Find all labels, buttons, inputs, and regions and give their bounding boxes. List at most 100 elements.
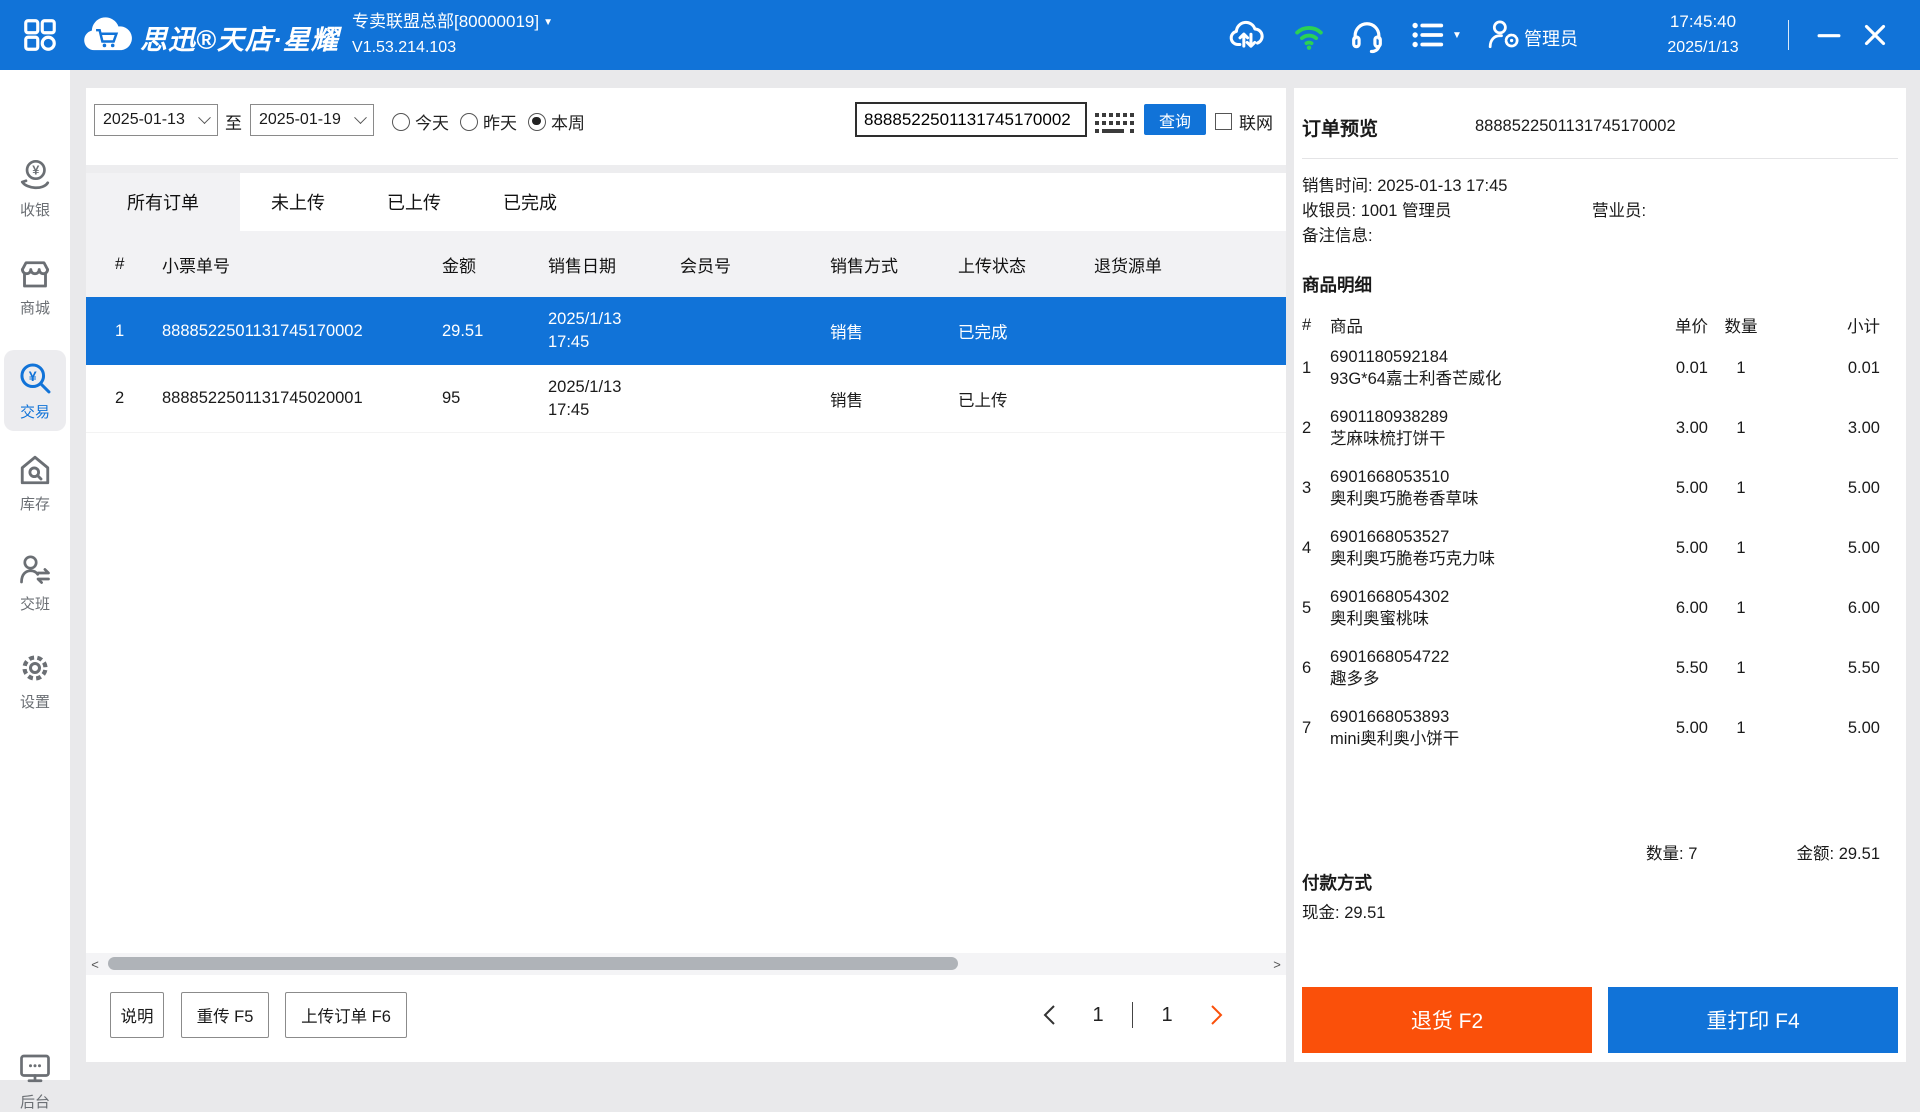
quick-date-radios: 今天 昨天 本周 [392, 109, 585, 134]
minimize-button[interactable] [1812, 18, 1846, 52]
items-detail-title: 商品明细 [1302, 275, 1372, 295]
cell-method: 销售 [830, 391, 863, 410]
list-menu-icon[interactable] [1408, 16, 1446, 54]
item-row: 4 6901668053527 奥利奥巧脆卷巧克力味 5.00 1 5.00 [1294, 518, 1906, 578]
cell-amount: 95 [442, 389, 461, 407]
app-version: V1.53.214.103 [352, 39, 457, 56]
menu-caret-icon[interactable]: ▼ [1452, 30, 1462, 41]
item-price: 5.00 [1675, 478, 1708, 497]
cell-sale-date: 2025/1/13 17:45 [548, 377, 622, 419]
item-subtotal: 0.01 [1847, 358, 1880, 377]
sidebar-item-stock[interactable]: 库存 [0, 452, 70, 514]
item-row: 5 6901668054302 奥利奥蜜桃味 6.00 1 6.00 [1294, 578, 1906, 638]
date-to-select[interactable]: 2025-01-19 [250, 104, 374, 136]
store-caret-icon: ▼ [543, 17, 553, 28]
radio-today[interactable]: 今天 [392, 109, 449, 134]
tab-uploaded[interactable]: 已上传 [356, 173, 472, 231]
date-from-select[interactable]: 2025-01-13 [94, 104, 218, 136]
cell-method: 销售 [830, 324, 863, 342]
headset-icon[interactable] [1348, 16, 1386, 54]
cloud-cart-icon [76, 13, 134, 62]
admin-user-icon[interactable] [1486, 16, 1522, 54]
sidebar-item-settings[interactable]: 设置 [0, 650, 70, 712]
svg-text:¥: ¥ [29, 369, 37, 385]
current-page: 1 [1092, 1003, 1104, 1026]
item-barcode: 6901668053527 [1330, 528, 1450, 546]
apps-grid-icon[interactable] [22, 17, 58, 53]
sidebar-item-shift[interactable]: 交班 [0, 552, 70, 614]
tab-all-orders[interactable]: 所有订单 [86, 173, 240, 231]
radio-circle-icon [528, 112, 546, 131]
table-row[interactable]: 2 8888522501131745020001 95 2025/1/13 17:45 销… [86, 365, 1286, 433]
section-divider [86, 165, 1286, 173]
sidebar-item-mall[interactable]: 商城 [0, 256, 70, 318]
item-index: 4 [1302, 538, 1312, 557]
radio-yesterday[interactable]: 昨天 [460, 109, 517, 134]
prev-page-icon[interactable] [1038, 998, 1060, 1032]
table-row[interactable]: 1 8888522501131745170002 29.51 2025/1/13 17:… [86, 297, 1286, 365]
cell-index: 1 [115, 321, 125, 340]
item-subtotal: 5.50 [1847, 658, 1880, 677]
scroll-right-arrow[interactable]: > [1268, 953, 1286, 975]
item-qty: 1 [1736, 358, 1746, 377]
item-product: 6901180938289 芝麻味梳打饼干 [1330, 406, 1634, 450]
item-product: 6901180592184 93G*64嘉士利香芒威化 [1330, 346, 1634, 390]
tab-not-uploaded[interactable]: 未上传 [240, 173, 356, 231]
store-selector[interactable]: 专卖联盟总部[80000019] ▼ V1.53.214.103 [352, 9, 553, 60]
topbar-separator [1788, 20, 1789, 50]
clock: 17:45:40 2025/1/13 [1638, 8, 1768, 60]
sidebar-item-backend[interactable]: 后台 [0, 1050, 70, 1112]
scrollbar-thumb[interactable] [108, 957, 958, 970]
item-name: mini奥利奥小饼干 [1330, 730, 1460, 748]
keyboard-icon[interactable] [1093, 110, 1137, 138]
admin-user-label[interactable]: 管理员 [1524, 25, 1578, 51]
horizontal-scrollbar[interactable]: < > [86, 953, 1286, 975]
orders-panel: 2025-01-13 至 2025-01-19 今天 昨天 本周 查询 联网 所… [86, 88, 1286, 1062]
receipt-search-input[interactable] [855, 102, 1087, 137]
item-barcode: 6901180592184 [1330, 348, 1449, 366]
preview-meta: 销售时间: 2025-01-13 17:45 收银员: 1001 管理员 营业员… [1302, 174, 1898, 249]
tab-completed[interactable]: 已完成 [472, 173, 588, 231]
checkbox-icon [1215, 113, 1232, 130]
help-button[interactable]: 说明 [110, 992, 164, 1038]
totals-quantity: 数量: 7 [1646, 845, 1698, 863]
order-tabs: 所有订单 未上传 已上传 已完成 [86, 173, 588, 231]
reupload-button[interactable]: 重传 F5 [181, 992, 269, 1038]
sale-time-line: 销售时间: 2025-01-13 17:45 [1302, 177, 1508, 195]
next-page-icon[interactable] [1205, 998, 1227, 1032]
cell-sale-date: 2025/1/13 17:45 [548, 310, 622, 351]
preview-divider [1302, 158, 1898, 159]
sidebar: ¥ 收银 商城 ¥ 交易 库存 交班 设置 后台 [0, 70, 70, 1111]
items-rows: 1 6901180592184 93G*64嘉士利香芒威化 0.01 1 0.01 2 690… [1294, 338, 1906, 758]
item-index: 2 [1302, 418, 1312, 437]
close-button[interactable] [1858, 18, 1892, 52]
cell-amount: 29.51 [442, 321, 484, 340]
scroll-left-arrow[interactable]: < [86, 953, 104, 975]
reprint-button[interactable]: 重打印 F4 [1608, 987, 1898, 1053]
wifi-icon[interactable] [1290, 16, 1328, 54]
item-barcode: 6901668053893 [1330, 708, 1450, 726]
item-barcode: 6901668054722 [1330, 648, 1450, 666]
online-checkbox[interactable]: 联网 [1215, 109, 1273, 134]
clock-date: 2025/1/13 [1667, 39, 1739, 56]
item-index: 5 [1302, 598, 1312, 617]
sidebar-item-trade[interactable]: ¥ 交易 [4, 350, 66, 431]
item-row: 3 6901668053510 奥利奥巧脆卷香草味 5.00 1 5.00 [1294, 458, 1906, 518]
sidebar-item-cashier[interactable]: ¥ 收银 [0, 158, 70, 220]
item-index: 6 [1302, 658, 1312, 677]
item-qty: 1 [1736, 658, 1746, 677]
radio-this-week[interactable]: 本周 [528, 109, 585, 134]
chevron-down-icon [198, 110, 211, 124]
item-row: 6 6901668054722 趣多多 5.50 1 5.50 [1294, 638, 1906, 698]
query-button[interactable]: 查询 [1144, 104, 1206, 135]
item-row: 7 6901668053893 mini奥利奥小饼干 5.00 1 5.00 [1294, 698, 1906, 758]
item-subtotal: 6.00 [1847, 598, 1880, 617]
upload-order-button[interactable]: 上传订单 F6 [285, 992, 407, 1038]
item-price: 5.00 [1675, 718, 1708, 737]
return-button[interactable]: 退货 F2 [1302, 987, 1592, 1053]
warehouse-search-icon [0, 452, 70, 488]
cell-receipt-no: 8888522501131745020001 [162, 389, 363, 407]
trade-search-yuan-icon: ¥ [4, 360, 66, 396]
item-barcode: 6901180938289 [1330, 408, 1449, 426]
cloud-sync-icon[interactable] [1228, 16, 1266, 54]
